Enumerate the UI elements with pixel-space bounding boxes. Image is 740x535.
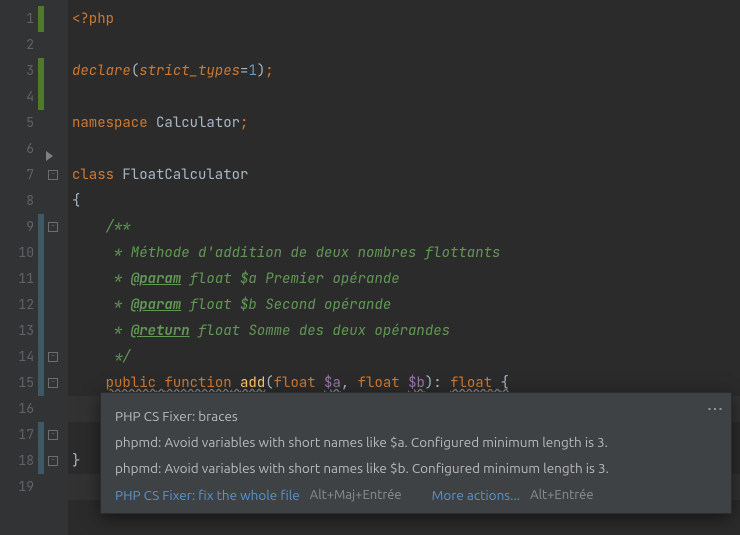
code-line bbox=[68, 84, 740, 110]
line-number[interactable]: 7 bbox=[0, 162, 46, 188]
shortcut-hint: Alt+Maj+Entrée bbox=[310, 488, 402, 502]
line-number[interactable]: 8 bbox=[0, 188, 46, 214]
code-line: */ bbox=[68, 344, 740, 370]
code-line: * @return float Somme des deux opérandes bbox=[68, 318, 740, 344]
line-number[interactable]: 19 bbox=[0, 474, 46, 500]
code-line bbox=[68, 32, 740, 58]
code-line: { bbox=[68, 188, 740, 214]
fold-toggle-icon[interactable]: - bbox=[48, 352, 58, 362]
code-line: * @param float $b Second opérande bbox=[68, 292, 740, 318]
line-number[interactable]: 6 bbox=[0, 136, 46, 162]
code-line: /** bbox=[68, 214, 740, 240]
more-options-icon[interactable]: ⋮ bbox=[709, 401, 721, 416]
code-line bbox=[68, 136, 740, 162]
line-number[interactable]: 16 bbox=[0, 396, 46, 422]
code-line: * Méthode d'addition de deux nombres flo… bbox=[68, 240, 740, 266]
code-line: <?php bbox=[68, 6, 740, 32]
fold-toggle-icon[interactable]: - bbox=[48, 430, 58, 440]
fold-toggle-icon[interactable]: - bbox=[48, 378, 58, 388]
run-gutter-icon[interactable] bbox=[46, 151, 53, 161]
line-number[interactable]: 5 bbox=[0, 110, 46, 136]
inspection-message: PHP CS Fixer: braces bbox=[115, 403, 717, 429]
inspection-tooltip: ⋮ PHP CS Fixer: braces phpmd: Avoid vari… bbox=[100, 392, 732, 514]
fold-toggle-icon[interactable]: - bbox=[48, 456, 58, 466]
shortcut-hint: Alt+Entrée bbox=[530, 488, 593, 502]
line-number[interactable]: 2 bbox=[0, 32, 46, 58]
code-line: namespace Calculator; bbox=[68, 110, 740, 136]
fold-gutter: - - - - - - bbox=[46, 0, 68, 535]
fold-toggle-icon[interactable]: - bbox=[48, 170, 58, 180]
inspection-message: phpmd: Avoid variables with short names … bbox=[115, 429, 717, 455]
tooltip-actions: PHP CS Fixer: fix the whole file Alt+Maj… bbox=[115, 487, 717, 503]
fix-file-link[interactable]: PHP CS Fixer: fix the whole file bbox=[115, 487, 300, 503]
code-line: * @param float $a Premier opérande bbox=[68, 266, 740, 292]
inspection-message: phpmd: Avoid variables with short names … bbox=[115, 455, 717, 481]
fold-toggle-icon[interactable]: - bbox=[48, 222, 58, 232]
code-line: class FloatCalculator bbox=[68, 162, 740, 188]
code-line: declare(strict_types=1); bbox=[68, 58, 740, 84]
more-actions-link[interactable]: More actions... bbox=[432, 487, 521, 503]
